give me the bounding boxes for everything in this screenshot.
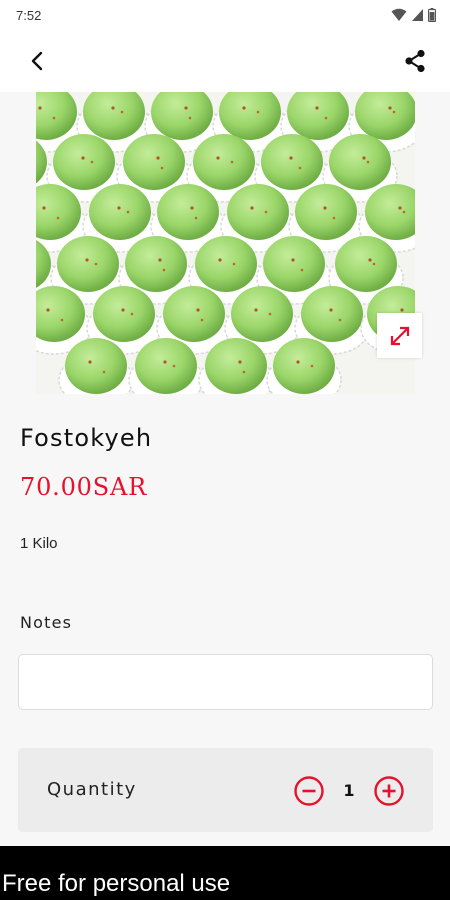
product-photo xyxy=(36,92,415,394)
product-name: Fostokyeh xyxy=(20,424,153,452)
status-bar: 7:52 xyxy=(0,0,450,30)
notes-label: Notes xyxy=(20,613,73,632)
share-icon xyxy=(405,49,425,73)
share-button[interactable] xyxy=(400,46,430,76)
expand-image-button[interactable] xyxy=(377,313,422,358)
product-image[interactable] xyxy=(36,92,415,394)
quantity-value: 1 xyxy=(343,781,355,800)
back-button[interactable] xyxy=(22,48,52,74)
product-weight: 1 Kilo xyxy=(20,535,58,552)
expand-icon xyxy=(390,326,409,345)
plus-circle-icon xyxy=(374,776,404,806)
app-bar xyxy=(0,30,450,92)
quantity-increase-button[interactable] xyxy=(373,775,405,807)
cell-signal-icon xyxy=(412,9,423,21)
status-icons xyxy=(391,8,436,22)
minus-circle-icon xyxy=(294,776,324,806)
product-price: 70.00SAR xyxy=(20,473,147,501)
watermark-banner: Free for personal use xyxy=(0,846,450,900)
quantity-card: Quantity 1 xyxy=(18,748,433,832)
notes-input[interactable] xyxy=(18,654,433,710)
battery-icon xyxy=(428,8,436,22)
status-time: 7:52 xyxy=(16,7,42,23)
quantity-decrease-button[interactable] xyxy=(293,775,325,807)
back-arrow-icon xyxy=(31,51,43,71)
quantity-label: Quantity xyxy=(47,779,137,800)
wifi-icon xyxy=(391,8,407,21)
watermark-text: Free for personal use xyxy=(2,870,231,897)
